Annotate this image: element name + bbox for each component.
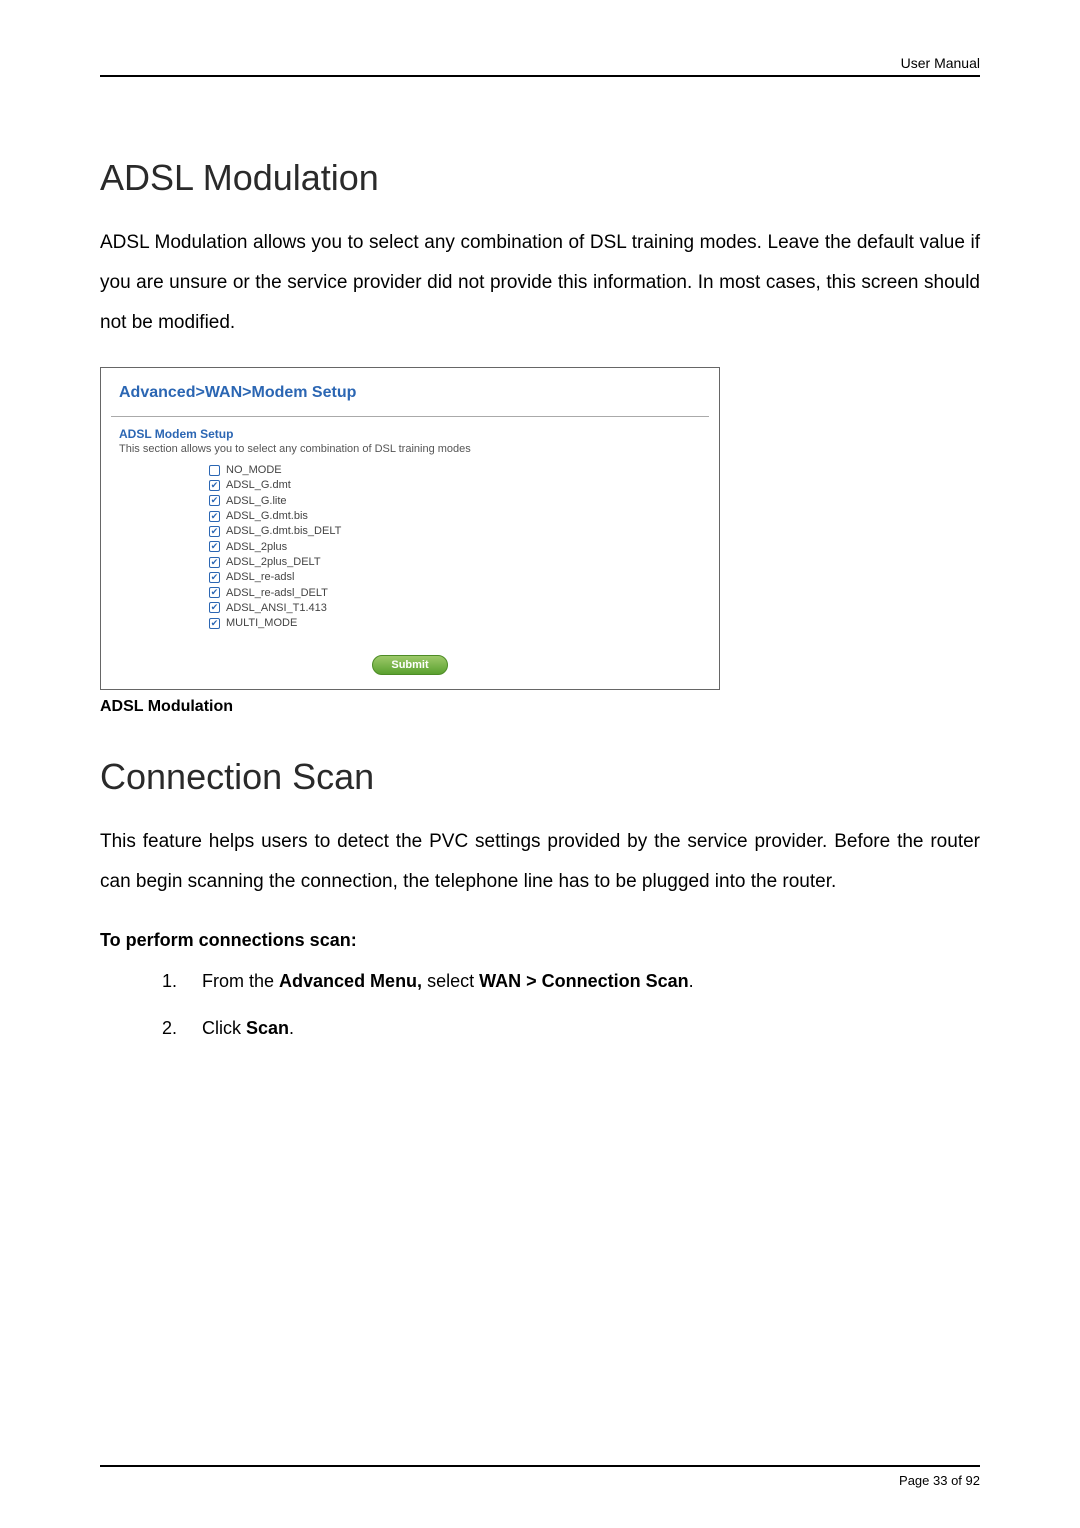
checkbox[interactable] — [209, 465, 220, 476]
check-row: ADSL_2plus — [209, 539, 701, 554]
procedure-list: 1. From the Advanced Menu, select WAN > … — [162, 971, 980, 1039]
checkbox-label: ADSL_2plus — [226, 540, 287, 554]
step-2-text: Click Scan. — [202, 1018, 294, 1039]
list-item: 1. From the Advanced Menu, select WAN > … — [162, 971, 980, 992]
text: Click — [202, 1018, 246, 1038]
checkbox-label: ADSL_G.dmt.bis — [226, 509, 308, 523]
checkbox[interactable] — [209, 526, 220, 537]
text: . — [289, 1018, 294, 1038]
list-number: 2. — [162, 1018, 186, 1039]
checkbox-label: MULTI_MODE — [226, 616, 297, 630]
check-row: ADSL_re-adsl — [209, 570, 701, 585]
section1-body: ADSL Modulation allows you to select any… — [100, 223, 980, 343]
checkbox-label: ADSL_2plus_DELT — [226, 555, 321, 569]
checkbox-label: ADSL_G.lite — [226, 494, 287, 508]
section1-title: ADSL Modulation — [100, 157, 980, 199]
checkbox-label: NO_MODE — [226, 463, 282, 477]
submit-button[interactable]: Submit — [372, 655, 447, 675]
checkbox-label: ADSL_re-adsl_DELT — [226, 586, 328, 600]
text: select — [422, 971, 479, 991]
modem-setup-panel: Advanced>WAN>Modem Setup ADSL Modem Setu… — [100, 367, 720, 690]
checkbox[interactable] — [209, 495, 220, 506]
scan-label: Scan — [246, 1018, 289, 1038]
check-row: ADSL_ANSI_T1.413 — [209, 600, 701, 615]
panel-breadcrumb: Advanced>WAN>Modem Setup — [119, 384, 701, 402]
checkbox-label: ADSL_ANSI_T1.413 — [226, 601, 327, 615]
advanced-menu-label: Advanced Menu, — [279, 971, 422, 991]
checkbox[interactable] — [209, 587, 220, 598]
list-item: 2. Click Scan. — [162, 1018, 980, 1039]
checkbox[interactable] — [209, 511, 220, 522]
check-row: ADSL_G.dmt.bis_DELT — [209, 524, 701, 539]
panel-description: This section allows you to select any co… — [119, 443, 701, 455]
check-row: ADSL_G.dmt.bis — [209, 509, 701, 524]
figure-caption-1: ADSL Modulation — [100, 698, 980, 716]
section2-title: Connection Scan — [100, 756, 980, 798]
checkbox[interactable] — [209, 541, 220, 552]
list-number: 1. — [162, 971, 186, 992]
header-label: User Manual — [100, 55, 980, 77]
check-row: ADSL_G.dmt — [209, 478, 701, 493]
checkbox[interactable] — [209, 480, 220, 491]
step-1-text: From the Advanced Menu, select WAN > Con… — [202, 971, 694, 992]
checkbox-label: ADSL_re-adsl — [226, 570, 294, 584]
wan-connection-scan-label: WAN > Connection Scan — [479, 971, 689, 991]
check-row: ADSL_G.lite — [209, 493, 701, 508]
checkbox[interactable] — [209, 602, 220, 613]
checkbox[interactable] — [209, 557, 220, 568]
checkbox-label: ADSL_G.dmt — [226, 478, 291, 492]
checkbox[interactable] — [209, 572, 220, 583]
page-footer: Page 33 of 92 — [100, 1465, 980, 1488]
checkbox[interactable] — [209, 618, 220, 629]
text: . — [689, 971, 694, 991]
check-row: NO_MODE — [209, 463, 701, 478]
section2-body: This feature helps users to detect the P… — [100, 822, 980, 902]
check-row: MULTI_MODE — [209, 616, 701, 631]
procedure-title: To perform connections scan: — [100, 930, 980, 951]
page-number: Page 33 of 92 — [899, 1473, 980, 1488]
panel-subtitle: ADSL Modem Setup — [119, 427, 701, 441]
checkbox-label: ADSL_G.dmt.bis_DELT — [226, 524, 341, 538]
divider — [111, 416, 709, 417]
check-list: NO_MODEADSL_G.dmtADSL_G.liteADSL_G.dmt.b… — [209, 463, 701, 631]
check-row: ADSL_re-adsl_DELT — [209, 585, 701, 600]
text: From the — [202, 971, 279, 991]
check-row: ADSL_2plus_DELT — [209, 554, 701, 569]
